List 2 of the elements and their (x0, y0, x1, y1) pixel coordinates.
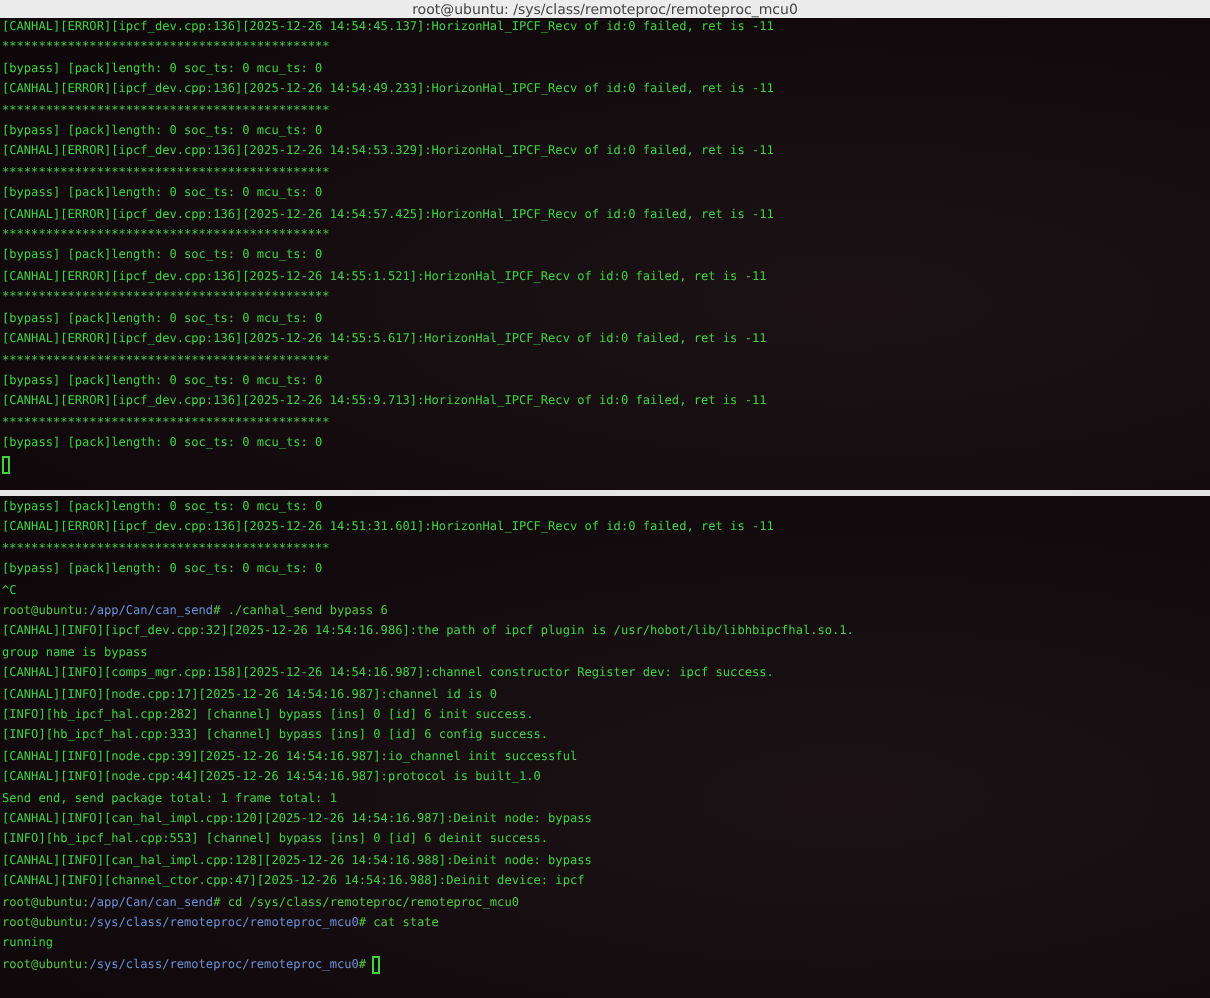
text-cursor (2, 456, 10, 475)
text-cursor (372, 955, 381, 974)
